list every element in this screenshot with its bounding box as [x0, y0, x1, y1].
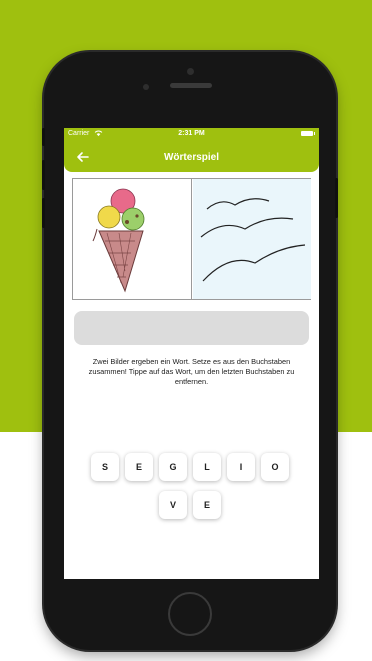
letter-tile[interactable]: E [125, 453, 153, 481]
status-bar: Carrier 2:31 PM [64, 128, 319, 140]
side-button-volume-up [42, 160, 45, 190]
page-title: Wörterspiel [163, 152, 219, 163]
answer-field[interactable] [74, 311, 309, 345]
home-button[interactable] [168, 592, 212, 636]
letter-tile[interactable]: G [159, 453, 187, 481]
letter-tile[interactable]: V [159, 491, 187, 519]
letter-tile[interactable]: E [193, 491, 221, 519]
side-button-power [335, 178, 338, 218]
app-bar: Carrier 2:31 PM Wörterspiel [64, 128, 319, 172]
sensor-icon [143, 84, 149, 90]
letter-tile[interactable]: L [193, 453, 221, 481]
status-time: 2:31 PM [178, 130, 205, 137]
instruction-text: Zwei Bilder ergeben ein Wort. Setze es a… [88, 357, 295, 386]
picture-pair [72, 178, 311, 300]
ice-cream-icon [92, 188, 145, 293]
letter-tile[interactable]: S [91, 453, 119, 481]
birds-icon [200, 198, 306, 282]
letter-tile[interactable]: I [227, 453, 255, 481]
side-button-volume-down [42, 198, 45, 228]
speaker-grille [170, 83, 212, 88]
phone-screen: Carrier 2:31 PM Wörterspiel Zwei Bilder … [64, 128, 319, 579]
camera-icon [187, 68, 194, 75]
side-button-mute [42, 128, 45, 146]
battery-icon [301, 131, 315, 136]
ice-cream-picture [73, 179, 192, 299]
letter-tile[interactable]: O [261, 453, 289, 481]
birds-picture [193, 179, 311, 299]
